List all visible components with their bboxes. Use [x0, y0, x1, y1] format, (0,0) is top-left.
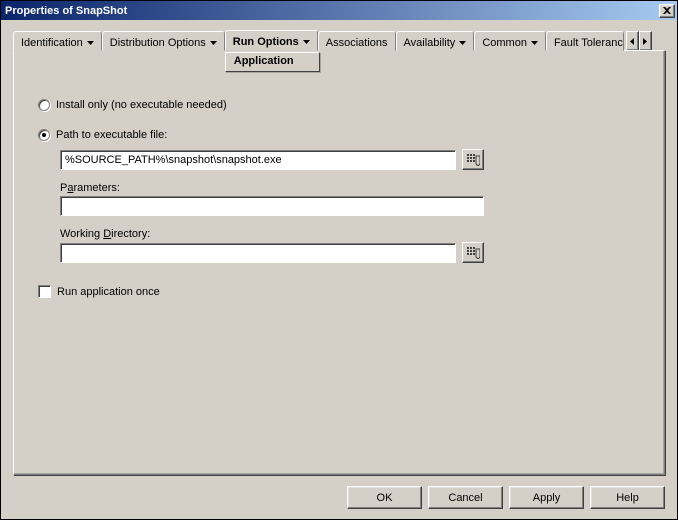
tab-label: Identification	[21, 37, 83, 49]
tab-label: Fault Toleranc	[554, 37, 623, 49]
browse-icon	[467, 154, 480, 166]
browse-directory-button[interactable]	[462, 242, 484, 263]
browse-executable-button[interactable]	[462, 149, 484, 170]
tab-associations[interactable]: Associations	[318, 31, 396, 51]
executable-path-field	[60, 149, 640, 170]
tab-label: Distribution Options	[110, 37, 206, 49]
parameters-field: Parameters:	[60, 182, 640, 216]
titlebar: Properties of SnapShot	[1, 1, 677, 20]
apply-button[interactable]: Apply	[509, 486, 584, 509]
tab-label: Associations	[326, 37, 388, 49]
working-directory-input[interactable]	[60, 243, 456, 263]
working-directory-label: Working Directory:	[60, 228, 640, 240]
help-button[interactable]: Help	[590, 486, 665, 509]
tab-availability[interactable]: Availability	[396, 31, 475, 51]
parameters-label: Parameters:	[60, 182, 640, 194]
window-title: Properties of SnapShot	[5, 5, 659, 17]
chevron-down-icon	[87, 41, 94, 45]
tab-scroll-left-button[interactable]	[626, 31, 639, 51]
tab-run-options[interactable]: Run Options Application	[225, 30, 318, 51]
tab-distribution-options[interactable]: Distribution Options	[102, 31, 225, 51]
browse-icon	[467, 247, 480, 259]
chevron-down-icon	[531, 41, 538, 45]
tab-scroll	[626, 31, 652, 51]
chevron-down-icon	[459, 41, 466, 45]
chevron-left-icon	[630, 38, 634, 45]
tab-fault-tolerance[interactable]: Fault Toleranc	[546, 31, 624, 51]
tab-identification[interactable]: Identification	[13, 31, 102, 51]
working-directory-field: Working Directory:	[60, 228, 640, 263]
tab-label: Run Options	[233, 36, 299, 48]
menu-item-application[interactable]: Application	[226, 53, 319, 71]
path-to-executable-label: Path to executable file:	[56, 129, 167, 141]
chevron-down-icon	[210, 41, 217, 45]
executable-path-input[interactable]	[60, 150, 456, 170]
ok-button[interactable]: OK	[347, 486, 422, 509]
close-button[interactable]	[659, 4, 675, 18]
dialog-window: Properties of SnapShot Identification Di…	[0, 0, 678, 520]
cancel-button[interactable]: Cancel	[428, 486, 503, 509]
close-icon	[663, 7, 671, 14]
install-only-label: Install only (no executable needed)	[56, 99, 227, 111]
tab-label: Availability	[404, 37, 456, 49]
tab-common[interactable]: Common	[474, 31, 546, 51]
chevron-down-icon	[303, 40, 310, 44]
radio-icon	[38, 129, 50, 141]
path-to-executable-radio[interactable]: Path to executable file:	[38, 129, 640, 141]
checkbox-icon	[38, 285, 51, 298]
button-bar: OK Cancel Apply Help	[347, 486, 665, 509]
radio-icon	[38, 99, 50, 111]
tab-scroll-right-button[interactable]	[639, 31, 652, 51]
tab-label: Common	[482, 37, 527, 49]
run-once-label: Run application once	[57, 286, 160, 298]
tab-dropdown-menu: Application	[225, 52, 320, 72]
parameters-input[interactable]	[60, 196, 484, 216]
install-only-radio[interactable]: Install only (no executable needed)	[38, 99, 640, 111]
tab-panel-run-options: Install only (no executable needed) Path…	[13, 50, 665, 475]
chevron-right-icon	[643, 38, 647, 45]
dialog-body: Identification Distribution Options Run …	[1, 20, 677, 519]
run-once-checkbox[interactable]: Run application once	[38, 285, 640, 298]
